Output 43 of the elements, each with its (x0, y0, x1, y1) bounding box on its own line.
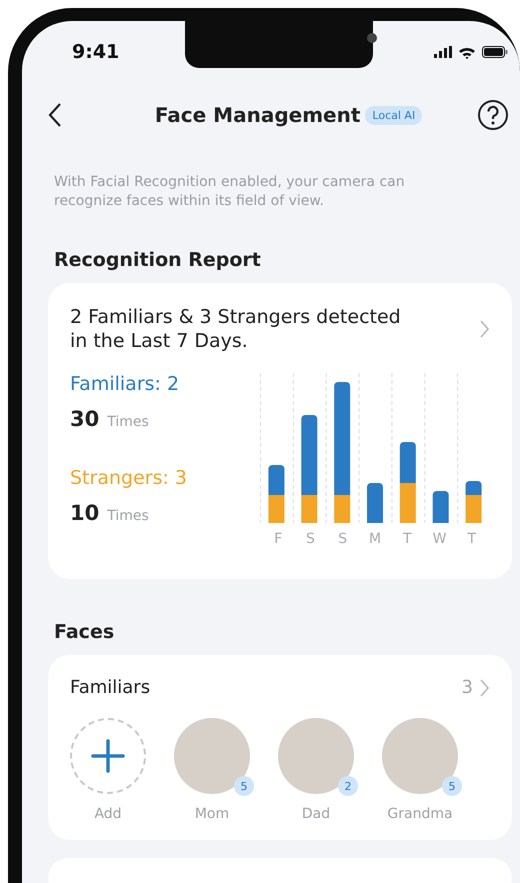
wifi-icon (458, 46, 476, 58)
add-face-button[interactable] (70, 718, 146, 794)
face-name: Grandma (387, 806, 453, 822)
group-label: Familiars: 2 (70, 373, 180, 395)
section-heading: Faces (54, 621, 116, 643)
stacked-bar (432, 491, 449, 523)
count-badge: 2 (338, 776, 358, 796)
day-label: W (432, 531, 448, 547)
report-summary: 2 Familiars & 3 Strangers detected in the Last 7 Days. (70, 305, 402, 353)
stacked-bar (268, 465, 284, 523)
help-button[interactable] (477, 99, 509, 131)
count-badge: 5 (234, 776, 254, 796)
card-title: Familiars (70, 677, 150, 698)
stacked-bar (466, 481, 482, 523)
times-unit: Times (107, 414, 149, 430)
times-count: 30 (70, 407, 100, 431)
signal-icon (434, 46, 452, 58)
section-heading: Recognition Report (54, 249, 262, 271)
chevron-right-icon (479, 678, 490, 698)
stacked-bar (367, 483, 383, 523)
face-name: Mom (194, 806, 230, 822)
chevron-right-icon (479, 319, 490, 339)
day-label: F (273, 531, 284, 547)
group-label: Strangers: 3 (70, 467, 188, 489)
local-ai-tag: Local AI (365, 106, 422, 124)
times-unit: Times (107, 508, 149, 524)
count-badge: 5 (442, 776, 462, 796)
help-icon (477, 99, 509, 131)
face-name: Dad (302, 806, 330, 822)
face-name: Add (94, 806, 122, 822)
report-card[interactable]: 2 Familiars & 3 Strangers detected in the Last 7 Days. Familiars: 2 30 Times Strangers: 3 10 Times F S S M T W T (48, 283, 512, 579)
camera-icon (367, 33, 377, 43)
battery-icon (482, 46, 508, 58)
plus-icon (91, 739, 125, 773)
description-text: With Facial Recognition enabled, your camera can recognize faces within its field of view. (54, 173, 406, 211)
page-title: Face Management (154, 103, 360, 127)
day-label: T (466, 531, 478, 547)
day-label: S (304, 531, 316, 547)
day-label: M (368, 531, 382, 547)
day-label: T (402, 531, 413, 547)
day-label: S (337, 531, 348, 547)
status-time: 9:41 (72, 41, 120, 63)
times-count: 10 (70, 501, 100, 525)
